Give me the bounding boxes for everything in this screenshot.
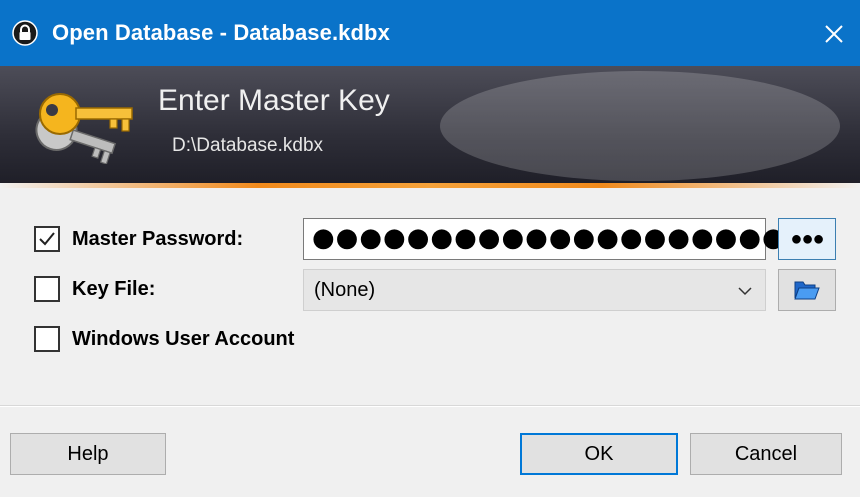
- reveal-password-label: ●●●: [790, 227, 824, 250]
- title-bar[interactable]: Open Database - Database.kdbx: [0, 0, 860, 66]
- form-area: Master Password: ●●●●●●●●●●●●●●●●●●●● ●●…: [0, 188, 860, 410]
- header-banner: Enter Master Key D:\Database.kdbx: [0, 66, 860, 183]
- help-button[interactable]: Help: [10, 433, 166, 475]
- close-icon: [825, 25, 843, 43]
- keys-watermark-icon: [440, 71, 840, 181]
- lock-icon: [12, 20, 38, 46]
- close-button[interactable]: [818, 18, 850, 50]
- folder-open-icon: [794, 281, 820, 300]
- master-password-input[interactable]: ●●●●●●●●●●●●●●●●●●●●: [303, 218, 785, 260]
- keys-icon: [35, 93, 133, 164]
- ok-button[interactable]: OK: [520, 433, 678, 475]
- master-password-label[interactable]: Master Password:: [72, 226, 243, 252]
- checkmark-icon: [39, 232, 55, 246]
- key-file-label[interactable]: Key File:: [72, 276, 155, 302]
- windows-user-account-checkbox[interactable]: [34, 326, 60, 352]
- database-path: D:\Database.kdbx: [172, 135, 324, 156]
- window-title: Open Database - Database.kdbx: [52, 20, 390, 45]
- key-file-checkbox[interactable]: [34, 276, 60, 302]
- cancel-button[interactable]: Cancel: [690, 433, 842, 475]
- windows-user-account-label[interactable]: Windows User Account: [72, 326, 294, 352]
- footer-divider: [0, 405, 860, 407]
- master-password-checkbox[interactable]: [34, 226, 60, 252]
- key-file-select[interactable]: (None): [303, 269, 766, 311]
- key-file-selected-value: (None): [314, 279, 376, 301]
- banner-heading: Enter Master Key: [158, 84, 390, 117]
- ok-button-label: OK: [584, 442, 614, 465]
- help-button-label: Help: [67, 442, 109, 465]
- reveal-password-button[interactable]: ●●●: [778, 218, 836, 260]
- browse-key-file-button[interactable]: [778, 269, 836, 311]
- chevron-down-icon: [738, 287, 752, 296]
- cancel-button-label: Cancel: [734, 442, 798, 465]
